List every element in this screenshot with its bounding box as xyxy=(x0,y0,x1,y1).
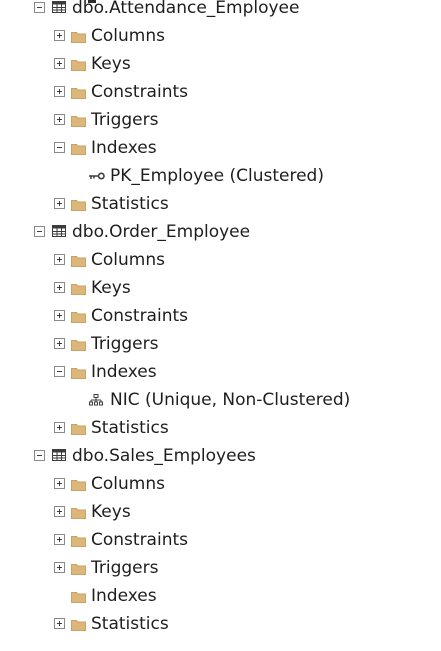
expand-toggle-icon[interactable] xyxy=(54,198,65,209)
tree-node-keys[interactable]: Keys xyxy=(0,274,441,302)
collapse-toggle-icon[interactable] xyxy=(34,450,45,461)
folder-label: Triggers xyxy=(91,334,159,354)
index-label: NIC (Unique, Non-Clustered) xyxy=(110,390,351,410)
tree-node-columns[interactable]: Columns xyxy=(0,470,441,498)
tree-node-columns[interactable]: Columns xyxy=(0,22,441,50)
tree-node-indexes[interactable]: Indexes xyxy=(0,582,441,610)
folder-label: Keys xyxy=(91,502,131,522)
expand-toggle-icon[interactable] xyxy=(54,562,65,573)
folder-label: Columns xyxy=(91,474,165,494)
table-name: dbo.Attendance_Employee xyxy=(72,0,300,18)
expand-toggle-icon[interactable] xyxy=(54,58,65,69)
folder-icon xyxy=(71,620,86,631)
folder-icon xyxy=(71,508,86,519)
object-explorer-tree: dbo.Attendance_Employee Columns Keys Con… xyxy=(0,0,441,638)
folder-icon xyxy=(71,116,86,127)
tree-node-constraints[interactable]: Constraints xyxy=(0,302,441,330)
folder-label: Constraints xyxy=(91,82,188,102)
tree-node-constraints[interactable]: Constraints xyxy=(0,78,441,106)
collapse-toggle-icon[interactable] xyxy=(54,142,65,153)
folder-icon xyxy=(71,200,86,211)
tree-node-keys[interactable]: Keys xyxy=(0,498,441,526)
folder-icon xyxy=(71,256,86,267)
nonclustered-index-icon xyxy=(89,394,103,406)
folder-icon xyxy=(71,284,86,295)
folder-label: Indexes xyxy=(91,586,157,606)
collapse-toggle-icon[interactable] xyxy=(54,366,65,377)
folder-label: Statistics xyxy=(91,418,169,438)
folder-icon xyxy=(71,88,86,99)
tree-node-columns[interactable]: Columns xyxy=(0,246,441,274)
expand-toggle-icon[interactable] xyxy=(54,422,65,433)
folder-icon xyxy=(71,424,86,435)
folder-label: Columns xyxy=(91,250,165,270)
tree-node-statistics[interactable]: Statistics xyxy=(0,190,441,218)
expand-toggle-icon[interactable] xyxy=(54,30,65,41)
tree-node-constraints[interactable]: Constraints xyxy=(0,526,441,554)
table-name: dbo.Sales_Employees xyxy=(72,446,256,466)
index-label: PK_Employee (Clustered) xyxy=(110,166,324,186)
tree-node-index-nic[interactable]: NIC (Unique, Non-Clustered) xyxy=(0,386,441,414)
tree-node-keys[interactable]: Keys xyxy=(0,50,441,78)
tree-node-index-pk-employee[interactable]: PK_Employee (Clustered) xyxy=(0,162,441,190)
expand-toggle-icon[interactable] xyxy=(54,478,65,489)
primary-key-icon xyxy=(89,172,105,180)
expand-toggle-icon[interactable] xyxy=(54,86,65,97)
collapse-toggle-icon[interactable] xyxy=(34,2,45,13)
expand-toggle-icon[interactable] xyxy=(54,338,65,349)
expand-toggle-icon[interactable] xyxy=(54,114,65,125)
table-icon xyxy=(52,225,66,237)
folder-icon xyxy=(71,536,86,547)
table-icon xyxy=(52,449,66,461)
folder-icon xyxy=(71,368,86,379)
tree-node-indexes[interactable]: Indexes xyxy=(0,358,441,386)
expand-toggle-icon[interactable] xyxy=(54,310,65,321)
expand-toggle-icon[interactable] xyxy=(54,534,65,545)
folder-icon xyxy=(71,592,86,603)
folder-label: Constraints xyxy=(91,306,188,326)
folder-icon xyxy=(71,144,86,155)
table-name: dbo.Order_Employee xyxy=(72,222,251,242)
folder-label: Indexes xyxy=(91,362,157,382)
folder-label: Triggers xyxy=(91,558,159,578)
folder-icon xyxy=(71,32,86,43)
folder-icon xyxy=(71,564,86,575)
tree-node-table-order-employee[interactable]: dbo.Order_Employee xyxy=(0,218,441,246)
folder-label: Statistics xyxy=(91,614,169,634)
expand-toggle-icon[interactable] xyxy=(54,506,65,517)
expand-toggle-icon[interactable] xyxy=(54,254,65,265)
tree-node-triggers[interactable]: Triggers xyxy=(0,554,441,582)
tree-node-triggers[interactable]: Triggers xyxy=(0,330,441,358)
expand-toggle-icon[interactable] xyxy=(54,618,65,629)
tree-node-statistics[interactable]: Statistics xyxy=(0,414,441,442)
collapse-toggle-icon[interactable] xyxy=(34,226,45,237)
folder-label: Keys xyxy=(91,278,131,298)
tree-node-table-sales-employees[interactable]: dbo.Sales_Employees xyxy=(0,442,441,470)
expand-toggle-icon[interactable] xyxy=(54,282,65,293)
folder-label: Statistics xyxy=(91,194,169,214)
folder-label: Triggers xyxy=(91,110,159,130)
folder-label: Keys xyxy=(91,54,131,74)
tree-node-indexes[interactable]: Indexes xyxy=(0,134,441,162)
folder-label: Constraints xyxy=(91,530,188,550)
tree-node-table-attendance-employee[interactable]: dbo.Attendance_Employee xyxy=(0,0,441,22)
folder-icon xyxy=(71,60,86,71)
folder-label: Indexes xyxy=(91,138,157,158)
table-icon xyxy=(52,1,66,13)
folder-label: Columns xyxy=(91,26,165,46)
folder-icon xyxy=(71,340,86,351)
tree-node-triggers[interactable]: Triggers xyxy=(0,106,441,134)
folder-icon xyxy=(71,480,86,491)
tree-node-statistics[interactable]: Statistics xyxy=(0,610,441,638)
folder-icon xyxy=(71,312,86,323)
